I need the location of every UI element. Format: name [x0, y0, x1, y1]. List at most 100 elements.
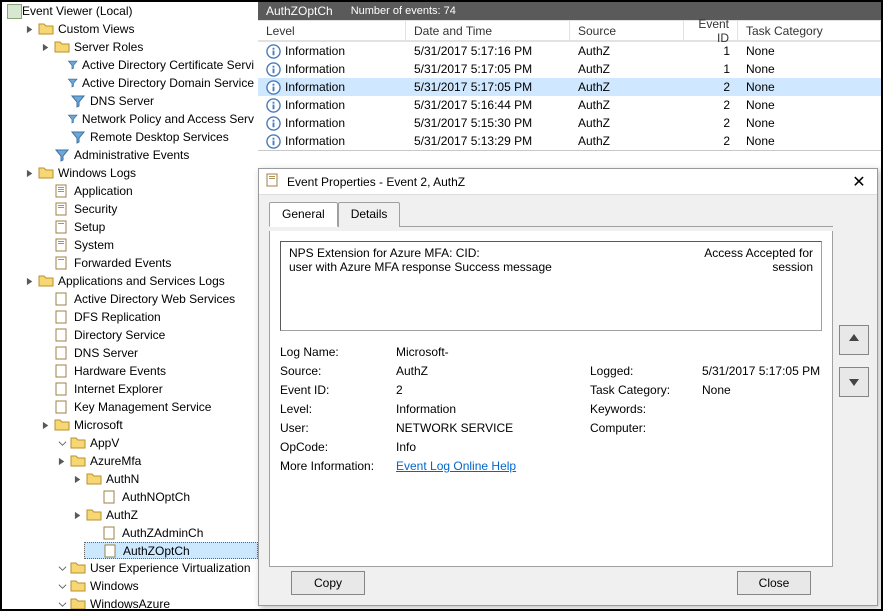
- collapse-toggle-icon[interactable]: [56, 580, 68, 592]
- tree-item-microsoft[interactable]: Microsoft: [36, 416, 258, 434]
- tree-item-azuremfa[interactable]: AzureMfa: [52, 452, 258, 470]
- expand-toggle-icon[interactable]: [24, 23, 36, 35]
- column-source[interactable]: Source: [570, 20, 684, 41]
- log-icon: [54, 219, 70, 235]
- event-source: AuthZ: [570, 116, 684, 130]
- field-keywords-value: [702, 402, 822, 416]
- tree-label: Application: [74, 184, 133, 198]
- tree-item-security[interactable]: Security: [36, 200, 258, 218]
- tree-item-adcs[interactable]: Active Directory Certificate Servi: [52, 56, 258, 74]
- log-header: AuthZOptCh Number of events: 74: [258, 2, 881, 20]
- tree-item-hw[interactable]: Hardware Events: [36, 362, 258, 380]
- prev-event-button[interactable]: [839, 325, 869, 355]
- expand-toggle-icon[interactable]: [72, 473, 84, 485]
- field-taskcat-value: None: [702, 383, 822, 397]
- log-icon: [54, 255, 70, 271]
- tree-item-application[interactable]: Application: [36, 182, 258, 200]
- arrow-down-icon: [847, 374, 861, 391]
- event-row[interactable]: Information5/31/2017 5:15:30 PMAuthZ2Non…: [258, 114, 881, 132]
- column-eventid[interactable]: Event ID: [684, 20, 738, 41]
- event-row[interactable]: Information5/31/2017 5:17:05 PMAuthZ2Non…: [258, 78, 881, 96]
- collapse-toggle-icon[interactable]: [56, 562, 68, 574]
- field-computer-value: [702, 421, 822, 435]
- tab-details[interactable]: Details: [338, 202, 401, 227]
- field-moreinfo-label: More Information:: [280, 459, 392, 473]
- tree-root-label: Event Viewer (Local): [22, 4, 133, 18]
- event-row[interactable]: Information5/31/2017 5:16:44 PMAuthZ2Non…: [258, 96, 881, 114]
- field-keywords-label: Keywords:: [590, 402, 698, 416]
- tree-item-dfs[interactable]: DFS Replication: [36, 308, 258, 326]
- tree-item-kms[interactable]: Key Management Service: [36, 398, 258, 416]
- tree-label: Windows Logs: [58, 166, 136, 180]
- tree-root[interactable]: Event Viewer (Local): [4, 2, 258, 20]
- tree-item-authz[interactable]: AuthZ: [68, 506, 258, 524]
- tree-item-authnopt[interactable]: AuthNOptCh: [84, 488, 258, 506]
- tree-item-dns[interactable]: DNS Server: [52, 92, 258, 110]
- tree-item-dirsvc[interactable]: Directory Service: [36, 326, 258, 344]
- tree-label: AppV: [90, 436, 119, 450]
- tree-item-adds[interactable]: Active Directory Domain Service: [52, 74, 258, 92]
- folder-icon: [54, 417, 70, 433]
- tree-item-app-services-logs[interactable]: Applications and Services Logs: [20, 272, 258, 290]
- tree-item-setup[interactable]: Setup: [36, 218, 258, 236]
- tree-item-windows-logs[interactable]: Windows Logs: [20, 164, 258, 182]
- field-level-value: Information: [396, 402, 586, 416]
- collapse-toggle-icon[interactable]: [56, 598, 68, 609]
- tree-item-winazure[interactable]: WindowsAzure: [52, 595, 258, 609]
- tree-item-forwarded[interactable]: Forwarded Events: [36, 254, 258, 272]
- expand-toggle-icon[interactable]: [24, 167, 36, 179]
- field-source-label: Source:: [280, 364, 392, 378]
- event-column-header[interactable]: Level Date and Time Source Event ID Task…: [258, 20, 881, 42]
- event-row[interactable]: Information5/31/2017 5:17:05 PMAuthZ1Non…: [258, 60, 881, 78]
- event-log-help-link[interactable]: Event Log Online Help: [396, 459, 516, 473]
- event-viewer-tree[interactable]: Event Viewer (Local) Custom Views: [2, 2, 258, 609]
- tree-item-system[interactable]: System: [36, 236, 258, 254]
- log-title: AuthZOptCh: [266, 4, 333, 18]
- filter-icon: [70, 93, 86, 109]
- tree-item-adws[interactable]: Active Directory Web Services: [36, 290, 258, 308]
- tree-label: Active Directory Web Services: [74, 292, 235, 306]
- field-logname-value: Microsoft-: [396, 345, 586, 359]
- column-date[interactable]: Date and Time: [406, 20, 570, 41]
- tree-item-ie[interactable]: Internet Explorer: [36, 380, 258, 398]
- event-row[interactable]: Information5/31/2017 5:17:16 PMAuthZ1Non…: [258, 42, 881, 60]
- expand-toggle-icon[interactable]: [40, 419, 52, 431]
- tab-general[interactable]: General: [269, 202, 338, 227]
- tree-item-authn[interactable]: AuthN: [68, 470, 258, 488]
- next-event-button[interactable]: [839, 367, 869, 397]
- tree-item-rds[interactable]: Remote Desktop Services: [52, 128, 258, 146]
- tree-item-nps[interactable]: Network Policy and Access Serv: [52, 110, 258, 128]
- event-source: AuthZ: [570, 62, 684, 76]
- tree-item-appv[interactable]: AppV: [52, 434, 258, 452]
- close-button[interactable]: Close: [737, 571, 811, 595]
- tree-item-authzadmin[interactable]: AuthZAdminCh: [84, 524, 258, 542]
- arrow-up-icon: [847, 332, 861, 349]
- expand-toggle-icon[interactable]: [40, 41, 52, 53]
- tree-label: Server Roles: [74, 40, 143, 54]
- log-icon: [54, 399, 70, 415]
- tree-item-admin-events[interactable]: Administrative Events: [36, 146, 258, 164]
- event-list[interactable]: Level Date and Time Source Event ID Task…: [258, 20, 881, 151]
- column-level[interactable]: Level: [258, 20, 406, 41]
- event-task: None: [738, 98, 881, 112]
- expand-toggle-icon[interactable]: [24, 275, 36, 287]
- expand-toggle-icon[interactable]: [56, 455, 68, 467]
- close-icon[interactable]: ✕: [847, 172, 871, 192]
- log-icon: [54, 291, 70, 307]
- tree-item-authzopt[interactable]: AuthZOptCh: [84, 542, 258, 559]
- event-row[interactable]: Information5/31/2017 5:13:29 PMAuthZ2Non…: [258, 132, 881, 150]
- copy-button[interactable]: Copy: [291, 571, 365, 595]
- tree-label: Hardware Events: [74, 364, 166, 378]
- tree-item-uev[interactable]: User Experience Virtualization: [52, 559, 258, 577]
- expand-toggle-icon[interactable]: [72, 509, 84, 521]
- tab-general-label: General: [282, 207, 325, 221]
- tree-label: DFS Replication: [74, 310, 161, 324]
- tree-item-server-roles[interactable]: Server Roles: [36, 38, 258, 56]
- column-task[interactable]: Task Category: [738, 20, 881, 41]
- field-eventid-value: 2: [396, 383, 586, 397]
- info-icon: [266, 134, 281, 149]
- collapse-toggle-icon[interactable]: [56, 437, 68, 449]
- tree-item-custom-views[interactable]: Custom Views: [20, 20, 258, 38]
- tree-item-dns2[interactable]: DNS Server: [36, 344, 258, 362]
- tree-item-windows[interactable]: Windows: [52, 577, 258, 595]
